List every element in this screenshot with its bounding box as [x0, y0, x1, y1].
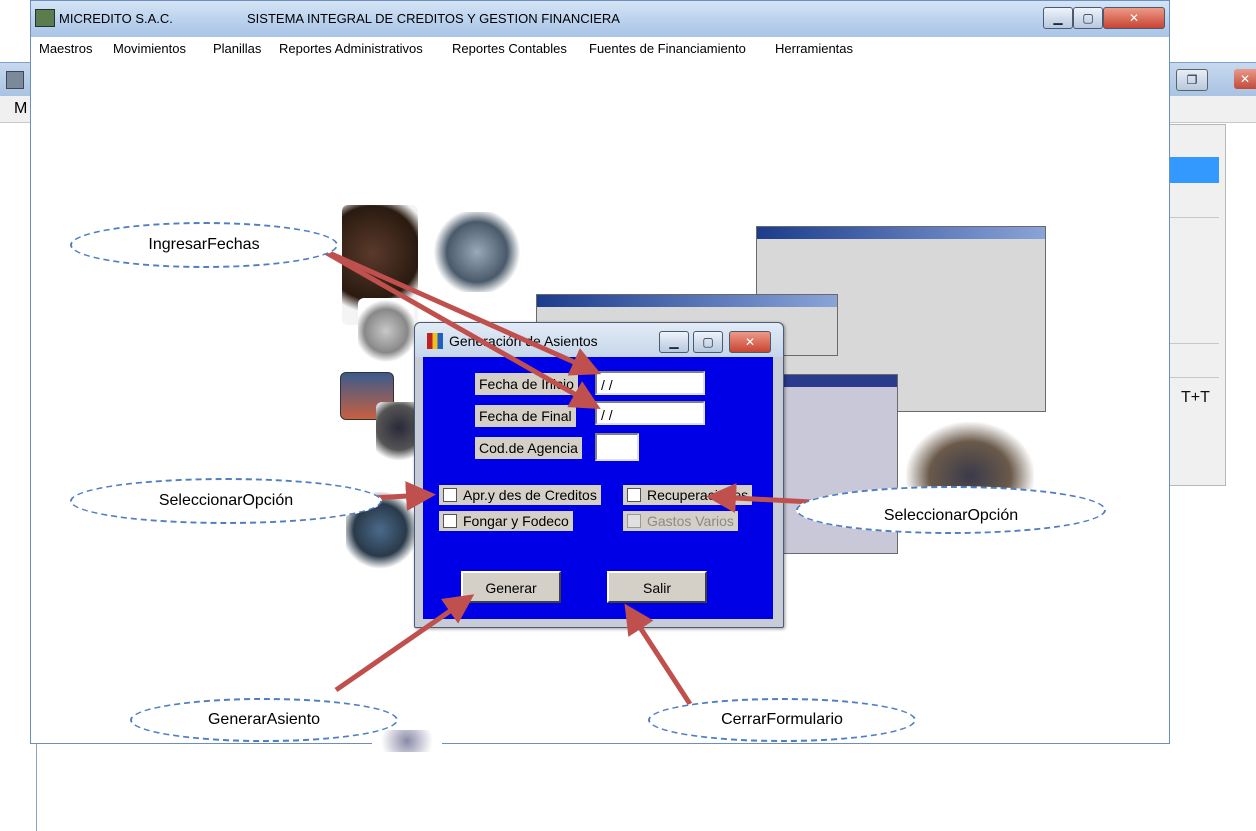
callout-ingresar-fechas: IngresarFechas: [70, 222, 338, 268]
callout-cerrar-formulario: CerrarFormulario: [648, 698, 916, 742]
callout-generar-asiento: GenerarAsiento: [130, 698, 398, 742]
arrow-ingresar-fecha-final: [316, 245, 601, 409]
arrow-generar: [334, 594, 475, 693]
arrow-ingresar-fecha-inicio: [316, 245, 602, 376]
callout-seleccionar-opcion-right: SeleccionarOpción: [796, 486, 1106, 534]
arrow-salir: [624, 603, 693, 706]
callout-seleccionar-opcion-left: SeleccionarOpción: [70, 478, 382, 524]
